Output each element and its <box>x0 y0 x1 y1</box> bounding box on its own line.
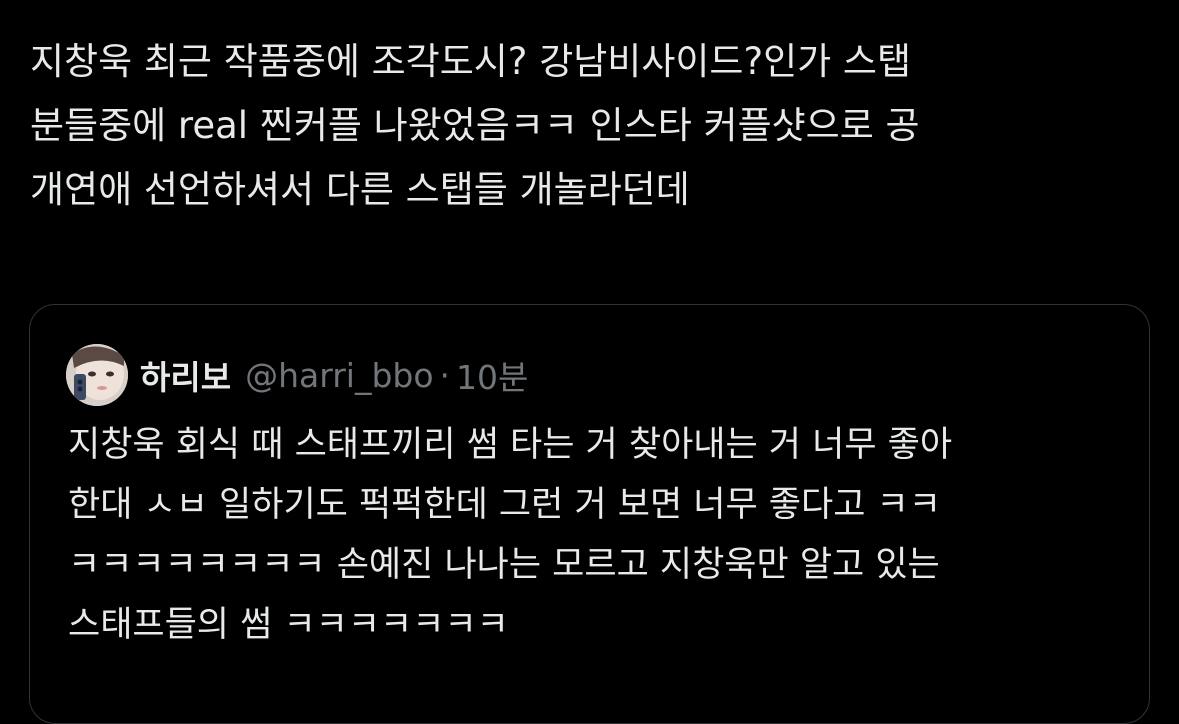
tweet-text-line: 분들중에 real 찐커플 나왔었음ㅋㅋ 인스타 커플샷으로 공 <box>30 104 920 147</box>
quoted-tweet-card[interactable]: 하리보 @harri_bbo · 10분 지창욱 회식 때 스태프끼리 썸 타는… <box>29 304 1150 724</box>
user-handle[interactable]: @harri_bbo <box>245 356 433 395</box>
quoted-tweet-header: 하리보 @harri_bbo · 10분 <box>66 344 528 406</box>
quoted-tweet-line: ㅋㅋㅋㅋㅋㅋㅋㅋ 손예진 나나는 모르고 지창욱만 알고 있는 <box>68 545 940 585</box>
tweet-text-line: 지창욱 최근 작품중에 조각도시? 강남비사이드?인가 스탭 <box>30 40 912 83</box>
separator-dot: · <box>439 355 451 395</box>
tweet-text-line: 개연애 선언하셔서 다른 스탭들 개놀라던데 <box>30 168 690 211</box>
quoted-tweet-text: 지창욱 회식 때 스태프끼리 썸 타는 거 찾아내는 거 너무 좋아 한대 ㅅㅂ… <box>68 415 1138 655</box>
quoted-tweet-line: 스태프들의 썸 ㅋㅋㅋㅋㅋㅋㅋ <box>68 605 509 645</box>
display-name[interactable]: 하리보 <box>140 351 231 399</box>
quoted-tweet-line: 한대 ㅅㅂ 일하기도 퍽퍽한데 그런 거 보면 너무 좋다고 ㅋㅋ <box>68 485 941 525</box>
tweet-text: 지창욱 최근 작품중에 조각도시? 강남비사이드?인가 스탭 분들중에 real… <box>30 30 1155 222</box>
timestamp[interactable]: 10분 <box>456 351 528 399</box>
avatar-photo-icon <box>66 344 128 406</box>
quoted-tweet-line: 지창욱 회식 때 스태프끼리 썸 타는 거 찾아내는 거 너무 좋아 <box>68 425 953 465</box>
avatar[interactable] <box>66 344 128 406</box>
